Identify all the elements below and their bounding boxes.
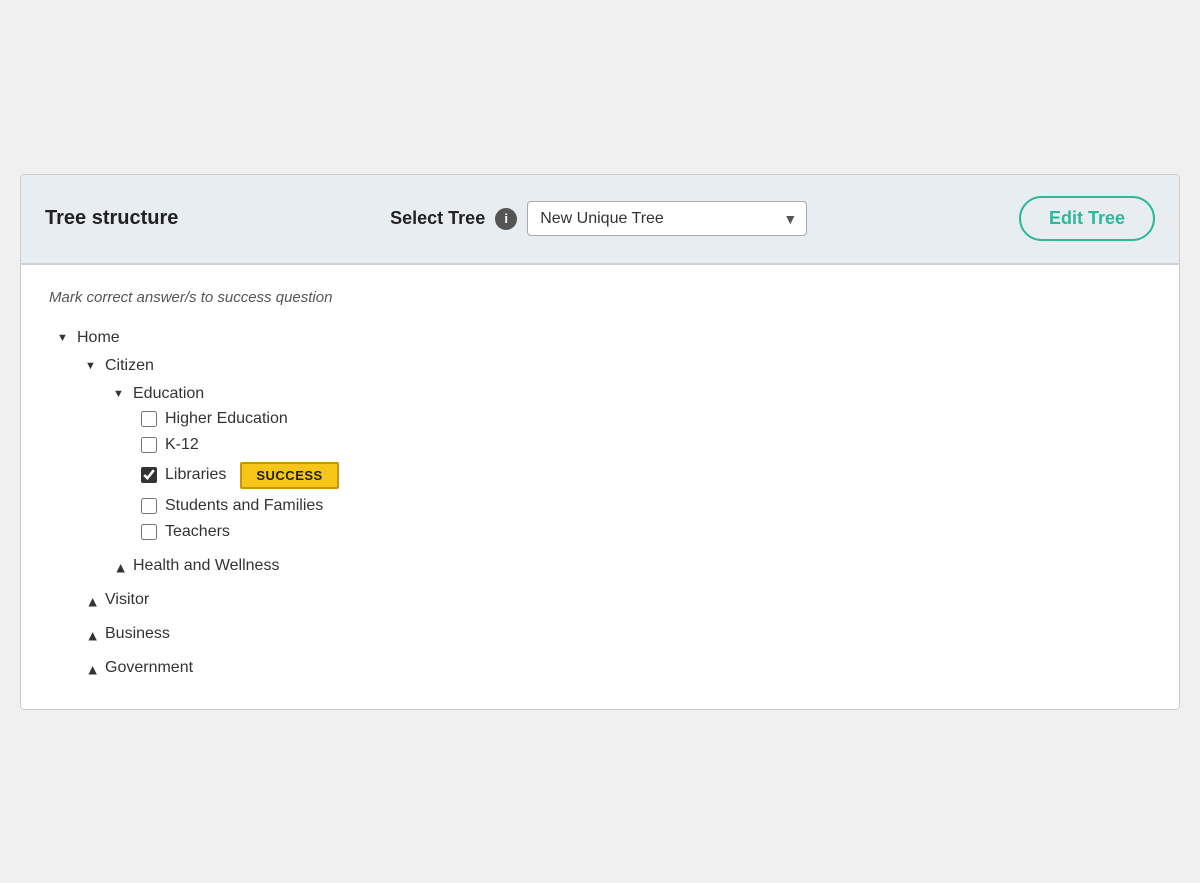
government-arrow-icon: ▶ <box>86 661 99 675</box>
tree-node-government: ▶ Government <box>85 655 1151 681</box>
home-children: ▼ Citizen ▼ Education <box>57 354 1151 681</box>
info-icon[interactable]: i <box>495 208 517 230</box>
k12-label: K-12 <box>165 436 199 454</box>
header-right: Edit Tree <box>1019 196 1155 241</box>
header: Tree structure Select Tree i New Unique … <box>21 175 1179 265</box>
libraries-label: Libraries <box>165 466 226 484</box>
visitor-arrow-icon: ▶ <box>86 593 99 607</box>
select-tree-section: Select Tree i New Unique Tree ▼ <box>178 201 1019 236</box>
citizen-label: Citizen <box>105 357 154 375</box>
education-toggle[interactable]: ▼ Education <box>113 382 1151 406</box>
health-wellness-arrow-icon: ▶ <box>114 559 127 573</box>
tree-select-wrapper: New Unique Tree ▼ <box>527 201 807 236</box>
citizen-toggle[interactable]: ▼ Citizen <box>85 354 1151 378</box>
tree-node-health-wellness: ▶ Health and Wellness <box>113 553 1151 579</box>
list-item: Teachers <box>141 519 1151 545</box>
government-label: Government <box>105 659 193 677</box>
list-item: K-12 <box>141 432 1151 458</box>
higher-education-checkbox[interactable] <box>141 411 157 427</box>
tree-node-education: ▼ Education Higher Education <box>113 382 1151 545</box>
visitor-toggle[interactable]: ▶ Visitor <box>85 587 1151 613</box>
health-wellness-toggle[interactable]: ▶ Health and Wellness <box>113 553 1151 579</box>
citizen-children: ▼ Education Higher Education <box>85 382 1151 579</box>
k12-checkbox[interactable] <box>141 437 157 453</box>
health-wellness-label: Health and Wellness <box>133 557 279 575</box>
tree-structure: ▼ Home ▼ Citizen <box>49 326 1151 681</box>
list-item: Students and Families <box>141 493 1151 519</box>
main-container: Tree structure Select Tree i New Unique … <box>20 174 1180 710</box>
students-families-checkbox[interactable] <box>141 498 157 514</box>
citizen-arrow-icon: ▼ <box>85 360 99 372</box>
instruction-text: Mark correct answer/s to success questio… <box>49 289 1151 306</box>
home-arrow-icon: ▼ <box>57 332 71 344</box>
content-area: Mark correct answer/s to success questio… <box>21 265 1179 709</box>
list-item: Higher Education <box>141 406 1151 432</box>
business-label: Business <box>105 625 170 643</box>
select-tree-label: Select Tree <box>390 208 485 229</box>
teachers-checkbox[interactable] <box>141 524 157 540</box>
visitor-label: Visitor <box>105 591 149 609</box>
edit-tree-button[interactable]: Edit Tree <box>1019 196 1155 241</box>
success-badge: SUCCESS <box>240 462 338 489</box>
tree-node-citizen: ▼ Citizen ▼ Education <box>85 354 1151 579</box>
business-arrow-icon: ▶ <box>86 627 99 641</box>
tree-node-visitor: ▶ Visitor <box>85 587 1151 613</box>
home-toggle[interactable]: ▼ Home <box>57 326 1151 350</box>
list-item: Libraries SUCCESS <box>141 458 1151 493</box>
education-children: Higher Education K-12 <box>113 406 1151 545</box>
tree-node-home: ▼ Home ▼ Citizen <box>57 326 1151 681</box>
page-title: Tree structure <box>45 207 178 230</box>
education-arrow-icon: ▼ <box>113 388 127 400</box>
higher-education-label: Higher Education <box>165 410 288 428</box>
government-toggle[interactable]: ▶ Government <box>85 655 1151 681</box>
students-families-label: Students and Families <box>165 497 323 515</box>
education-label: Education <box>133 385 204 403</box>
libraries-checkbox[interactable] <box>141 467 157 483</box>
teachers-label: Teachers <box>165 523 230 541</box>
tree-select[interactable]: New Unique Tree <box>527 201 807 236</box>
tree-node-business: ▶ Business <box>85 621 1151 647</box>
business-toggle[interactable]: ▶ Business <box>85 621 1151 647</box>
home-label: Home <box>77 329 120 347</box>
